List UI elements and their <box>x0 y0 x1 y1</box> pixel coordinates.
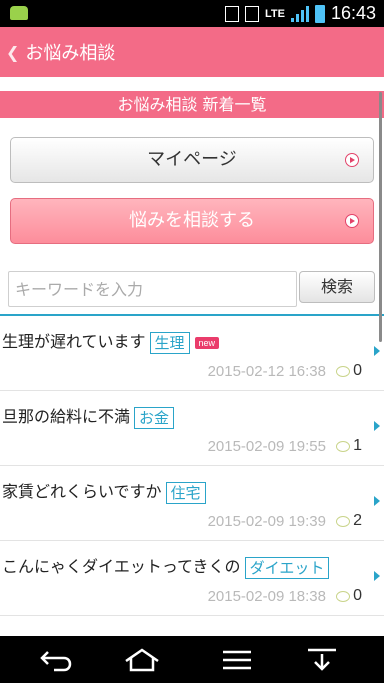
comment-icon <box>336 366 350 377</box>
consult-button-label: 悩みを相談する <box>129 210 255 231</box>
comment-count: 1 <box>353 437 362 454</box>
category-tag[interactable]: 生理 <box>149 331 190 354</box>
chevron-right-icon <box>374 421 380 431</box>
arrow-right-icon <box>345 153 359 167</box>
new-badge: new <box>194 336 220 349</box>
comment-count: 2 <box>353 512 362 529</box>
post-title: こんにゃくダイエットってきくの <box>2 557 241 576</box>
menu-icon[interactable] <box>207 636 267 683</box>
post-date: 2015-02-12 16:38 <box>207 363 326 380</box>
post-title: 生理が遅れています <box>2 332 146 351</box>
signal-icon <box>290 5 309 22</box>
category-tag[interactable]: 住宅 <box>165 481 206 504</box>
post-date: 2015-02-09 18:38 <box>207 588 326 605</box>
chevron-right-icon <box>374 571 380 581</box>
status-bar: LTE 16:43 <box>0 0 384 27</box>
clock: 16:43 <box>330 3 376 23</box>
mypage-button-label: マイページ <box>147 149 237 170</box>
category-tag[interactable]: ダイエット <box>244 556 330 579</box>
mypage-button[interactable]: マイページ <box>10 137 374 183</box>
system-nav-bar <box>0 636 384 683</box>
list-item[interactable]: こんにゃくダイエットってきくの ダイエット 2015-02-09 18:38 0 <box>0 541 384 616</box>
category-tag[interactable]: お金 <box>134 406 175 429</box>
back-icon[interactable] <box>28 636 88 683</box>
app-header: ❮ お悩み相談 <box>0 27 384 77</box>
post-date: 2015-02-09 19:55 <box>207 438 326 455</box>
list-item[interactable]: 旦那の給料に不満 お金 2015-02-09 19:55 1 <box>0 391 384 466</box>
list-item[interactable]: 家賃どれくらいですか 住宅 2015-02-09 19:39 2 <box>0 466 384 541</box>
search-button[interactable]: 検索 <box>299 271 375 303</box>
network-type: LTE <box>264 7 285 20</box>
post-list: 生理が遅れています 生理 new 2015-02-12 16:38 0 旦那の給料に… <box>0 316 384 616</box>
comment-count: 0 <box>353 362 362 379</box>
comment-icon <box>336 516 350 527</box>
comment-icon <box>336 441 350 452</box>
comment-count: 0 <box>353 587 362 604</box>
scrollbar[interactable] <box>379 92 382 342</box>
android-icon <box>10 6 28 20</box>
post-title: 家賃どれくらいですか <box>2 482 162 501</box>
chevron-right-icon <box>374 496 380 506</box>
comment-icon <box>336 591 350 602</box>
arrow-right-icon <box>345 214 359 228</box>
sim-icon <box>244 5 259 22</box>
page-title: お悩み相談 <box>25 43 116 64</box>
home-icon[interactable] <box>112 636 172 683</box>
consult-button[interactable]: 悩みを相談する <box>10 198 374 244</box>
list-item[interactable]: 生理が遅れています 生理 new 2015-02-12 16:38 0 <box>0 316 384 391</box>
hide-keyboard-icon[interactable] <box>292 636 352 683</box>
section-heading: お悩み相談 新着一覧 <box>0 91 384 118</box>
battery-icon <box>314 4 325 23</box>
back-chevron-icon[interactable]: ❮ <box>6 43 19 62</box>
post-date: 2015-02-09 19:39 <box>207 513 326 530</box>
vibrate-icon <box>224 5 239 22</box>
chevron-right-icon <box>374 346 380 356</box>
post-title: 旦那の給料に不満 <box>2 407 131 426</box>
search-input[interactable] <box>8 271 297 307</box>
